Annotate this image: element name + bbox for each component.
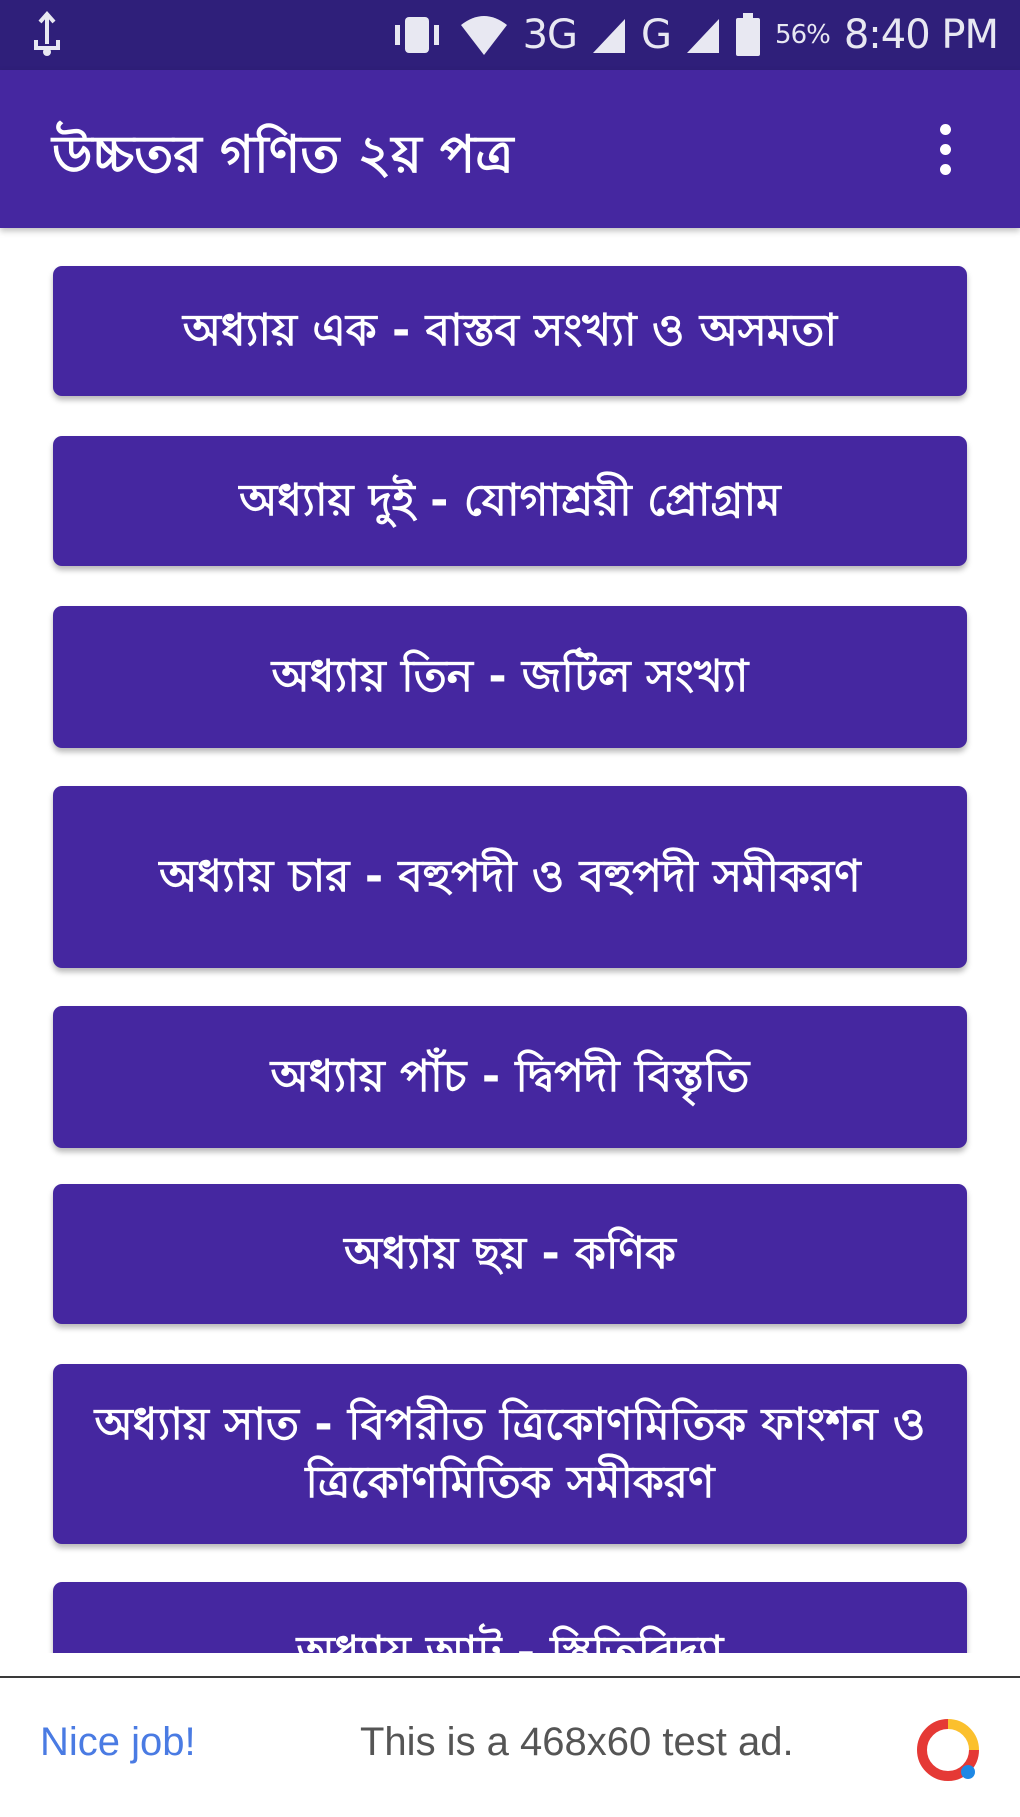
chapter-label: অধ্যায় সাত - বিপরীত ত্রিকোণমিতিক ফাংশন … <box>94 1399 926 1508</box>
chapter-label: অধ্যায় এক - বাস্তব সংখ্যা ও অসমতা <box>182 305 838 356</box>
chapter-button-5[interactable]: অধ্যায় পাঁচ - দ্বিপদী বিস্তৃতি <box>53 1006 967 1148</box>
vibrate-icon <box>394 17 439 53</box>
chapter-button-8[interactable]: অধ্যায় আট - স্থিতিবিদ্যা <box>53 1582 967 1653</box>
chapter-label: অধ্যায় পাঁচ - দ্বিপদী বিস্তৃতি <box>270 1051 750 1102</box>
chapter-list[interactable]: অধ্যায় এক - বাস্তব সংখ্যা ও অসমতা অধ্যা… <box>0 228 1020 1653</box>
overflow-menu-button[interactable] <box>870 70 1020 228</box>
battery-percent: 56% <box>775 20 831 50</box>
status-icons: 3G G 56% 8:40 PM <box>389 0 999 70</box>
chapter-label: অধ্যায় আট - স্থিতিবিদ্যা <box>296 1627 724 1653</box>
status-bar: 3G G 56% 8:40 PM <box>0 0 1020 70</box>
chapter-button-6[interactable]: অধ্যায় ছয় - কণিক <box>53 1184 967 1324</box>
clock: 8:40 PM <box>843 12 999 58</box>
signal-icon-2 <box>687 19 720 53</box>
ad-text: This is a 468x60 test ad. <box>360 1720 794 1764</box>
network-3g-label: 3G <box>522 12 578 58</box>
chapter-button-1[interactable]: অধ্যায় এক - বাস্তব সংখ্যা ও অসমতা <box>53 266 967 396</box>
usb-notification-icon <box>22 10 72 60</box>
network-g-label: G <box>641 12 672 58</box>
chapter-label: অধ্যায় তিন - জটিল সংখ্যা <box>271 651 749 702</box>
adchoices-icon[interactable] <box>916 1718 980 1782</box>
app-bar: উচ্চতর গণিত ২য় পত্র <box>0 70 1020 228</box>
ad-nice-job-text: Nice job! <box>40 1720 196 1764</box>
chapter-label: অধ্যায় ছয় - কণিক <box>344 1228 676 1279</box>
more-vert-icon <box>939 123 951 175</box>
wifi-icon <box>460 16 507 55</box>
ad-banner[interactable]: Nice job! This is a 468x60 test ad. <box>0 1676 1020 1817</box>
chapter-label: অধ্যায় চার - বহুপদী ও বহুপদী সমীকরণ <box>159 851 861 902</box>
chapter-button-4[interactable]: অধ্যায় চার - বহুপদী ও বহুপদী সমীকরণ <box>53 786 967 968</box>
chapter-button-7[interactable]: অধ্যায় সাত - বিপরীত ত্রিকোণমিতিক ফাংশন … <box>53 1364 967 1544</box>
chapter-button-2[interactable]: অধ্যায় দুই - যোগাশ্রয়ী প্রোগ্রাম <box>53 436 967 566</box>
battery-icon <box>736 13 761 56</box>
chapter-label: অধ্যায় দুই - যোগাশ্রয়ী প্রোগ্রাম <box>239 475 781 526</box>
page-title: উচ্চতর গণিত ২য় পত্র <box>52 125 514 185</box>
chapter-button-3[interactable]: অধ্যায় তিন - জটিল সংখ্যা <box>53 606 967 748</box>
signal-icon <box>593 19 626 53</box>
